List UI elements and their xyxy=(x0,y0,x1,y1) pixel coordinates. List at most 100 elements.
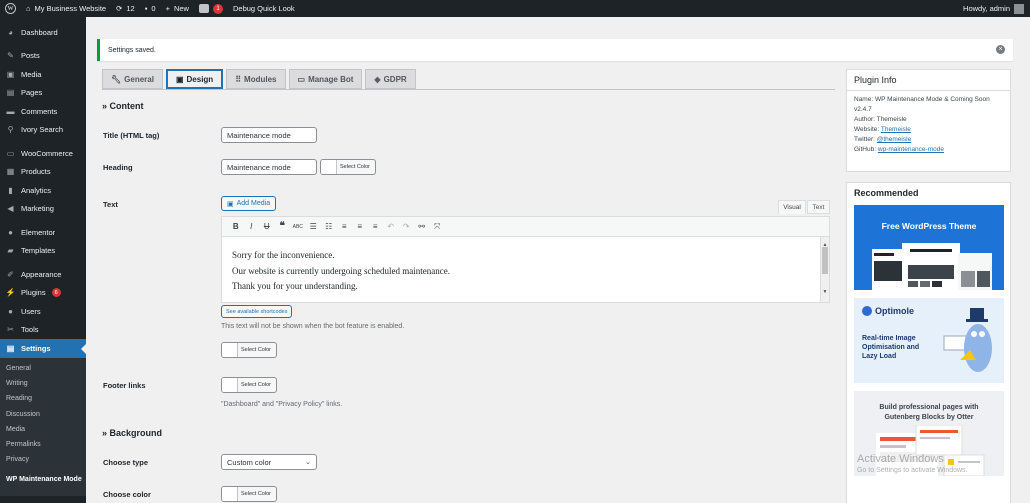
submenu-wp-maintenance-mode[interactable]: WP Maintenance Mode xyxy=(0,468,86,492)
menu-woocommerce[interactable]: ▭ WooCommerce xyxy=(0,144,86,163)
admin-menu: ◕ Dashboard ✎ Posts ▣ Media ▤ Pages ▬ Comment… xyxy=(0,17,86,503)
submenu-media[interactable]: Media xyxy=(0,422,86,437)
editor-scrollbar[interactable]: ▲ ▼ xyxy=(820,237,829,302)
menu-posts[interactable]: ✎ Posts xyxy=(0,47,86,66)
submenu-permalinks[interactable]: Permalinks xyxy=(0,437,86,452)
github-link[interactable]: wp-maintenance-mode xyxy=(878,146,944,153)
footer-note: "Dashboard" and "Privacy Policy" links. xyxy=(221,401,343,408)
comment-icon: ▪ xyxy=(144,4,148,13)
scrollbar-thumb[interactable] xyxy=(822,247,828,274)
text-color-picker[interactable]: Select Color xyxy=(221,342,277,358)
shield-icon: ◈ xyxy=(374,74,381,84)
yoast-icon xyxy=(198,4,209,13)
redo-icon[interactable]: ↷ xyxy=(399,219,415,234)
twitter-label: Twitter: xyxy=(854,136,877,143)
text-editor[interactable]: Sorry for the inconvenience. Our website… xyxy=(221,237,830,303)
menu-products[interactable]: ▦ Products xyxy=(0,163,86,182)
menu-elementor[interactable]: ● Elementor xyxy=(0,223,86,242)
wordpress-logo-menu[interactable]: W xyxy=(0,0,21,17)
menu-label: Users xyxy=(21,306,41,316)
blockquote-icon[interactable]: ❝ xyxy=(275,219,291,234)
modules-icon: ⠿ xyxy=(235,74,242,84)
shortcodes-button[interactable]: See available shortcodes xyxy=(221,305,293,318)
editor-toolbar: B I U ❝ ABC ☰ ☷ ≡ ≡ ≡ ↶ ↷ ⚯ ⤧ xyxy=(221,216,830,237)
submenu-writing[interactable]: Writing xyxy=(0,376,86,391)
select-value: Custom color xyxy=(227,457,272,467)
account-menu[interactable]: Howdy, admin xyxy=(963,3,1030,14)
italic-icon[interactable]: I xyxy=(244,219,260,234)
dismiss-icon[interactable]: × xyxy=(996,45,1005,54)
menu-pages[interactable]: ▤ Pages xyxy=(0,84,86,103)
archive-icon: ▦ xyxy=(6,167,15,177)
tab-manage-bot[interactable]: ▭ Manage Bot xyxy=(288,69,363,89)
numbered-list-icon[interactable]: ☷ xyxy=(321,219,337,234)
menu-settings[interactable]: ▤ Settings xyxy=(0,339,86,358)
twitter-link[interactable]: @themeisle xyxy=(877,136,911,143)
plugin-info-title: Plugin Info xyxy=(847,70,1010,91)
menu-plugins[interactable]: ⚡ Plugins 6 xyxy=(0,284,86,303)
new-content-menu[interactable]: + New xyxy=(161,0,194,17)
menu-comments[interactable]: ▬ Comments xyxy=(0,102,86,121)
yoast-menu[interactable]: 1 xyxy=(194,0,228,17)
tab-general[interactable]: 🔧︎ General xyxy=(102,69,163,89)
editor-line: Our website is currently undergoing sche… xyxy=(232,265,451,276)
strikethrough-icon[interactable]: U xyxy=(259,219,275,234)
menu-label: Dashboard xyxy=(21,27,58,37)
editor-tab-visual[interactable]: Visual xyxy=(778,200,806,214)
menu-media[interactable]: ▣ Media xyxy=(0,65,86,84)
undo-icon[interactable]: ↶ xyxy=(383,219,399,234)
abc-icon[interactable]: ABC xyxy=(290,219,306,234)
color-swatch xyxy=(321,160,337,174)
tab-modules[interactable]: ⠿ Modules xyxy=(226,69,286,89)
align-center-icon[interactable]: ≡ xyxy=(352,219,368,234)
align-left-icon[interactable]: ≡ xyxy=(337,219,353,234)
submenu-privacy[interactable]: Privacy xyxy=(0,452,86,467)
bullet-list-icon[interactable]: ☰ xyxy=(306,219,322,234)
elementor-icon: ● xyxy=(8,227,13,237)
optimole-card[interactable]: Optimole Real-time Image Optimisation an… xyxy=(854,298,1004,383)
menu-marketing[interactable]: ◀ Marketing xyxy=(0,200,86,219)
tab-design[interactable]: ▣ Design xyxy=(165,69,224,89)
tab-gdpr[interactable]: ◈ GDPR xyxy=(365,69,416,89)
align-right-icon[interactable]: ≡ xyxy=(368,219,384,234)
select-color-label: Select Color xyxy=(241,347,271,353)
menu-appearance[interactable]: ✐ Appearance xyxy=(0,265,86,284)
heading-color-picker[interactable]: Select Color xyxy=(320,159,376,175)
tab-label: Design xyxy=(186,74,214,84)
menu-users[interactable]: ● Users xyxy=(0,302,86,321)
website-link[interactable]: Themeisle xyxy=(881,126,911,133)
submenu-reading[interactable]: Reading xyxy=(0,391,86,406)
chevron-down-icon: ⌄ xyxy=(305,459,311,466)
heading-input[interactable]: Maintenance mode xyxy=(221,159,317,175)
menu-label: Media xyxy=(21,69,42,79)
updates-menu[interactable]: ⟳ 12 xyxy=(111,0,140,17)
bold-icon[interactable]: B xyxy=(228,219,244,234)
menu-dashboard[interactable]: ◕ Dashboard xyxy=(0,23,86,42)
menu-templates[interactable]: ▰ Templates xyxy=(0,242,86,261)
footer-color-picker[interactable]: Select Color xyxy=(221,377,277,393)
add-media-button[interactable]: ▣ Add Media xyxy=(221,196,277,211)
menu-label: Ivory Search xyxy=(21,125,64,135)
menu-label: Elementor xyxy=(21,227,56,237)
title-input[interactable]: Maintenance mode xyxy=(221,127,317,143)
link-icon[interactable]: ⚯ xyxy=(414,219,430,234)
woo-icon: ▭ xyxy=(6,148,15,158)
fullscreen-icon[interactable]: ⤧ xyxy=(430,219,446,234)
menu-tools[interactable]: ✂ Tools xyxy=(0,321,86,340)
tab-label: General xyxy=(124,74,154,84)
debug-quick-look-menu[interactable]: Debug Quick Look xyxy=(228,0,300,17)
site-name-menu[interactable]: ⌂ My Business Website xyxy=(21,0,111,17)
background-type-select[interactable]: Custom color ⌄ xyxy=(221,454,317,470)
menu-ivory-search[interactable]: ⚲ Ivory Search xyxy=(0,121,86,140)
comments-menu[interactable]: ▪ 0 xyxy=(140,0,161,17)
editor-tab-text[interactable]: Text xyxy=(807,200,830,214)
scroll-down-icon[interactable]: ▼ xyxy=(822,285,828,301)
optimole-line: Real-time Image xyxy=(862,335,916,342)
select-color-label: Select Color xyxy=(241,382,271,388)
background-color-picker[interactable]: Select Color xyxy=(221,486,277,502)
submenu-general[interactable]: General xyxy=(0,361,86,376)
optimole-text: Real-time Image Optimisation and Lazy Lo… xyxy=(862,334,919,361)
free-theme-card[interactable]: Free WordPress Theme xyxy=(854,205,1004,290)
submenu-discussion[interactable]: Discussion xyxy=(0,406,86,421)
menu-analytics[interactable]: ▮ Analytics xyxy=(0,181,86,200)
